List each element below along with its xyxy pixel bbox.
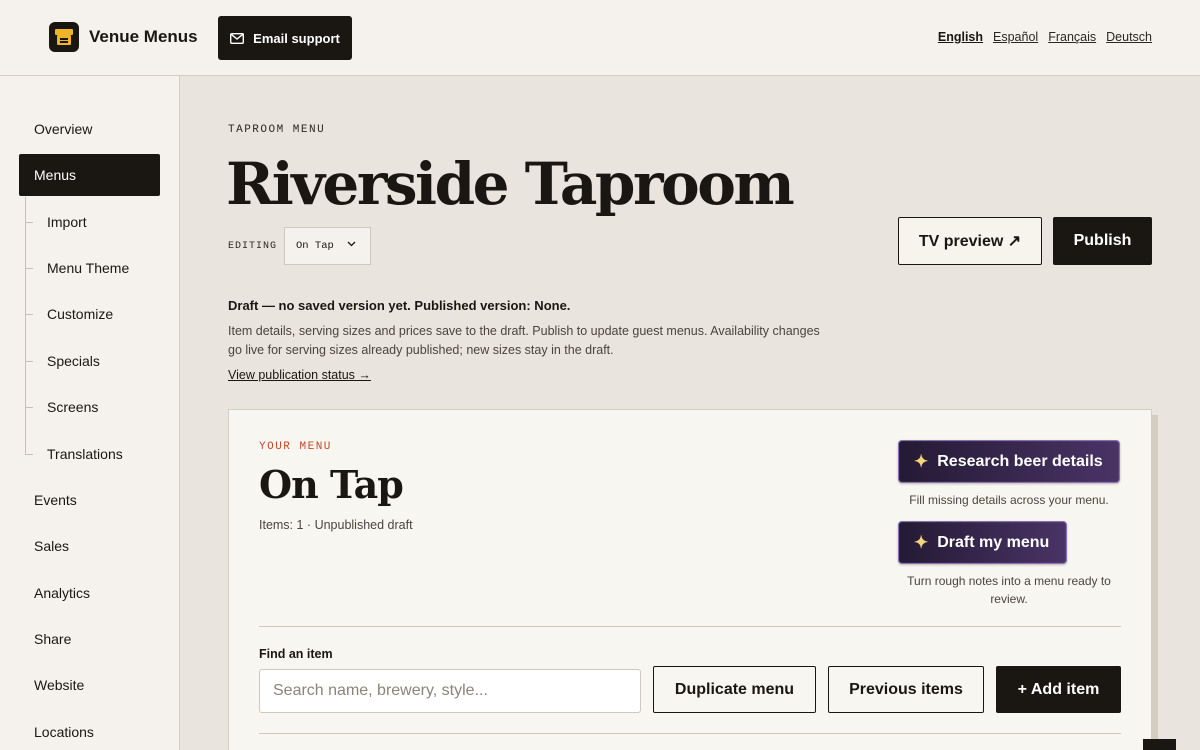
publication-status-link[interactable]: View publication status → [228,368,371,382]
sidebar-item-website[interactable]: Website [19,664,160,706]
chevron-down-icon [347,241,356,247]
menu-meta: Items: 1 · Unpublished draft [259,518,413,532]
sidebar-item-events[interactable]: Events [19,479,160,521]
draft-my-menu-button[interactable]: ✦ Draft my menu [898,521,1067,564]
card-eyebrow: YOUR MENU [259,441,332,453]
card-divider [259,626,1121,627]
tv-preview-button[interactable]: TV preview ↗ [898,217,1042,265]
sidebar-subitem-translations[interactable]: Translations [47,444,123,464]
menu-select-value: On Tap [296,240,334,252]
previous-items-button[interactable]: Previous items [828,666,984,713]
sidebar-item-analytics[interactable]: Analytics [19,572,160,614]
publish-button[interactable]: Publish [1053,217,1152,265]
brand[interactable]: Venue Menus [49,22,198,52]
find-item-label: Find an item [259,647,333,661]
sidebar-subitem-customize[interactable]: Customize [47,304,113,324]
research-beer-details-label: Research beer details [937,452,1103,470]
language-english[interactable]: English [938,30,983,44]
sparkle-icon: ✦ [914,451,929,471]
add-item-button[interactable]: + Add item [996,666,1121,713]
item-search-input[interactable] [259,669,641,713]
sidebar-item-share[interactable]: Share [19,618,160,660]
mail-icon [230,32,245,44]
language-deutsch[interactable]: Deutsch [1106,30,1152,44]
sidebar-subitem-specials[interactable]: Specials [47,351,100,371]
sidebar-item-overview[interactable]: Overview [19,108,160,150]
email-support-button[interactable]: Email support [218,16,352,60]
floating-widget[interactable] [1143,739,1176,750]
language-espanol[interactable]: Español [993,30,1038,44]
app-name: Venue Menus [89,27,198,46]
storefront-icon [49,22,79,52]
submenu-tree-line [25,197,26,455]
card-divider [259,733,1121,734]
menu-title: On Tap [259,462,404,507]
sidebar-subitem-screens[interactable]: Screens [47,397,98,417]
draft-menu-caption: Turn rough notes into a menu ready to re… [907,574,1111,606]
editing-label: EDITING [228,241,278,252]
page-title: Riverside Taproom [226,150,795,218]
duplicate-menu-button[interactable]: Duplicate menu [653,666,816,713]
sidebar: Overview Menus Import Menu Theme Customi… [0,76,180,750]
language-francais[interactable]: Français [1048,30,1096,44]
draft-description: Item details, serving sizes and prices s… [228,324,820,357]
sidebar-subitem-import[interactable]: Import [47,212,87,232]
draft-my-menu-label: Draft my menu [937,533,1050,551]
research-beer-details-button[interactable]: ✦ Research beer details [898,440,1120,483]
sparkle-icon: ✦ [914,532,929,552]
page-eyebrow: TAPROOM MENU [228,124,326,136]
email-support-label: Email support [253,30,340,46]
top-bar: Venue Menus Email support English Españo… [0,0,1200,76]
sidebar-item-menus[interactable]: Menus [19,154,160,196]
research-caption: Fill missing details across your menu. [909,493,1109,507]
sidebar-item-locations[interactable]: Locations [19,711,160,750]
sidebar-subitem-menu-theme[interactable]: Menu Theme [47,258,129,278]
draft-status: Draft — no saved version yet. Published … [228,298,571,313]
sidebar-item-sales[interactable]: Sales [19,525,160,567]
menu-select[interactable]: On Tap [284,227,371,265]
language-switcher: English Español Français Deutsch [938,30,1152,44]
